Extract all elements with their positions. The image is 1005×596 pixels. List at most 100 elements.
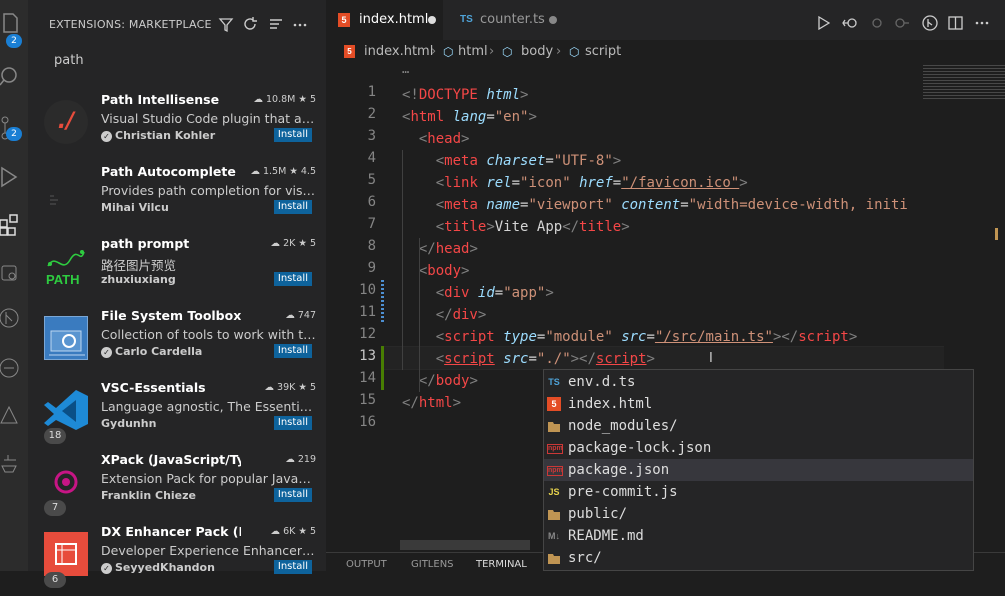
suggestion-item[interactable]: M↓ README.md (544, 525, 973, 547)
path-prompt-logo: PATH (44, 244, 88, 288)
remote-explorer-icon[interactable] (0, 256, 28, 286)
run-debug-icon[interactable] (0, 160, 28, 190)
git-graph-icon[interactable] (0, 300, 28, 330)
install-button[interactable]: Install (273, 560, 312, 574)
code-token: head (435, 241, 470, 257)
code-token: "./" (536, 351, 571, 367)
extension-item[interactable]: Path Autocomplete ☁ 1.5M ★ 4.5 Provides pa… (28, 164, 326, 236)
horizontal-scrollbar[interactable] (400, 540, 530, 550)
code-token: script (798, 329, 849, 345)
breadcrumb-script[interactable]: script (585, 40, 621, 64)
extensions-icon[interactable] (0, 206, 28, 236)
extension-item[interactable]: 7 XPack (JavaScript/TypeSc... ☁ 219 Extensi… (28, 452, 326, 524)
code-token: link (444, 175, 478, 191)
suggestion-item[interactable]: TS env.d.ts (544, 371, 973, 393)
more-actions-icon[interactable] (292, 16, 308, 34)
previous-change-icon[interactable] (870, 16, 884, 30)
extension-name: path prompt (101, 236, 190, 251)
install-button[interactable]: Install (273, 488, 312, 502)
install-button[interactable]: Install (273, 128, 312, 142)
install-button[interactable]: Install (273, 200, 312, 214)
code-line: <script src="./"></script> (402, 348, 655, 370)
author-name: zhuxiuxiang (101, 273, 176, 286)
suggestion-item[interactable]: npm package-lock.json (544, 437, 973, 459)
docker-icon[interactable] (0, 350, 28, 380)
code-token: < (435, 329, 445, 345)
more-actions-icon[interactable] (974, 15, 990, 31)
panel-tab-output[interactable]: OUTPUT (346, 559, 387, 570)
unsaved-dot-icon[interactable] (549, 16, 557, 24)
split-editor-icon[interactable] (948, 15, 964, 31)
panel-tab-gitlens[interactable]: GITLENS (411, 559, 454, 570)
tab-counter-ts[interactable]: TS counter.ts (444, 0, 564, 40)
code-token: = (494, 285, 504, 301)
refresh-icon[interactable] (242, 16, 258, 34)
extension-item[interactable]: PATH path prompt ☁ 2K ★ 5 路径图片预览 zhuxiuxiang… (28, 236, 326, 308)
code-token: > (848, 329, 858, 345)
extension-search-input[interactable]: path (46, 48, 320, 74)
filter-icon[interactable] (218, 16, 234, 34)
suggestion-item[interactable]: npm package.json (544, 459, 973, 481)
install-button[interactable]: Install (273, 344, 312, 358)
tab-index-html[interactable]: 5 index.html (326, 0, 443, 40)
extension-item[interactable]: 6 DX Enhancer Pack (EPa... ☁ 6K ★ 5 Develop… (28, 524, 326, 596)
code-token: > (545, 285, 554, 301)
search-icon[interactable] (0, 60, 28, 90)
mouse-ibeam-cursor-icon: I (709, 351, 713, 366)
code-token: > (469, 373, 478, 389)
code-token: <! (402, 87, 419, 103)
code-token: < (435, 153, 445, 169)
testing-icon[interactable] (0, 446, 28, 476)
suggestion-item[interactable]: src/ (544, 547, 973, 569)
code-token: < (435, 175, 445, 191)
html5-icon: 5 (344, 45, 355, 58)
code-token: "app" (503, 285, 546, 301)
element-icon: ⬡ (443, 45, 454, 59)
verified-icon: ✓ (101, 131, 112, 142)
breadcrumb-html[interactable]: html (458, 40, 488, 64)
install-button[interactable]: Install (273, 272, 312, 286)
extension-item[interactable]: File System Toolbox ☁ 747 Collection of to… (28, 308, 326, 380)
open-changes-icon[interactable] (842, 16, 858, 30)
clear-results-icon[interactable] (268, 16, 284, 34)
code-token: > (461, 263, 470, 279)
code-token: < (435, 351, 445, 367)
explorer-badge: 2 (6, 34, 22, 48)
suggestion-item[interactable]: 5 index.html (544, 393, 973, 415)
author-name: Franklin Chieze (101, 489, 197, 502)
next-change-icon[interactable] (894, 16, 910, 30)
element-icon: ⬡ (569, 45, 580, 59)
git-compare-icon[interactable] (922, 15, 938, 31)
unsaved-dot-icon[interactable] (428, 16, 436, 24)
files-icon[interactable]: 2 (0, 6, 28, 48)
breadcrumb-file[interactable]: index.html (364, 40, 433, 64)
path-autocomplete-logo (44, 172, 88, 216)
code-token: div (444, 285, 470, 301)
warning-icon[interactable] (0, 398, 28, 428)
suggestion-item[interactable]: JS pre-commit.js (544, 481, 973, 503)
suggestion-label: pre-commit.js (568, 484, 678, 500)
suggestion-item[interactable]: node_modules/ (544, 415, 973, 437)
indent-guide (419, 238, 420, 392)
download-count: 39K (277, 382, 296, 393)
breadcrumb-body[interactable]: body (521, 40, 553, 64)
source-control-icon[interactable]: 2 (0, 110, 28, 141)
suggestion-item[interactable]: public/ (544, 503, 973, 525)
run-icon[interactable] (816, 16, 830, 30)
extension-item[interactable]: 18 VSC-Essentials ☁ 39K ★ 5 Language agnost… (28, 380, 326, 452)
folder-icon (548, 554, 560, 564)
install-button[interactable]: Install (273, 416, 312, 430)
extension-item[interactable]: ./ Path Intellisense ☁ 10.8M ★ 5 Visual Stu… (28, 92, 326, 164)
author-name: SeyyedKhandon (115, 561, 215, 574)
code-token: < (435, 197, 445, 213)
scm-badge: 2 (6, 127, 22, 141)
panel-tab-terminal[interactable]: TERMINAL (476, 559, 527, 570)
code-token: = (680, 197, 689, 213)
code-token: ></ (570, 351, 596, 367)
download-count: 747 (297, 310, 316, 321)
pack-count-badge: 18 (44, 428, 66, 444)
extension-author: Mihai Vilcu (101, 201, 169, 214)
